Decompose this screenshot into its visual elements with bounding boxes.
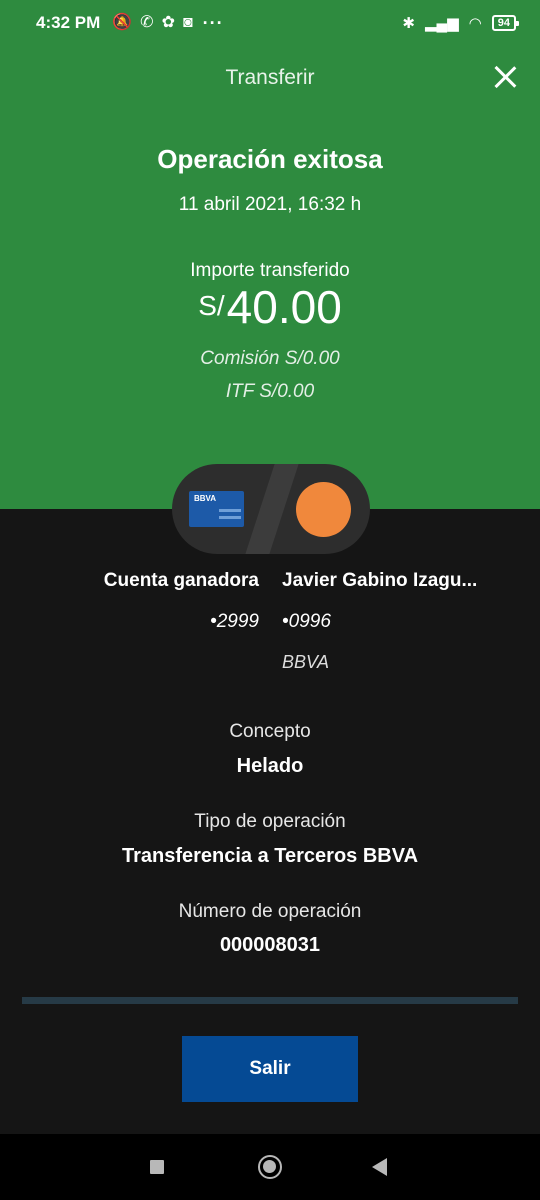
- success-title: Operación exitosa: [157, 144, 383, 174]
- currency-symbol: S/: [198, 290, 225, 321]
- operation-number-label: Número de operación: [178, 901, 362, 922]
- battery-icon: 94: [491, 15, 520, 31]
- transferred-amount: S/40.00: [0, 280, 540, 334]
- system-icons: ✱ ▂▄▆ ◠ 94: [402, 14, 520, 32]
- success-header: Transferir Operación exitosa 11 abril 20…: [0, 46, 540, 509]
- wifi-icon: ◠: [468, 15, 482, 32]
- concept-label: Concepto: [229, 721, 311, 742]
- whatsapp-icon: ✆: [140, 14, 154, 31]
- amount-label: Importe transferido: [190, 260, 350, 281]
- divider: [22, 997, 518, 1004]
- destination-bank: BBVA: [282, 652, 330, 672]
- notification-icons: 🔕 ✆ ✿ ◙: [112, 15, 192, 31]
- concept-value: Helado: [236, 755, 304, 777]
- exit-button[interactable]: Salir: [182, 1036, 358, 1102]
- origin-account-name: Cuenta ganadora: [103, 570, 259, 591]
- transfer-direction-pill: BBVA: [172, 464, 370, 554]
- home-icon[interactable]: [258, 1155, 282, 1179]
- pill-divider: [245, 464, 299, 554]
- recents-icon[interactable]: [150, 1160, 164, 1174]
- status-time: 4:32 PM: [36, 13, 101, 32]
- app-icon: ◙: [182, 14, 193, 31]
- more-notifications-icon: ···: [202, 12, 224, 33]
- origin-account-number: •2999: [210, 611, 259, 632]
- amount-value: 40.00: [226, 281, 342, 333]
- destination-account-number: •0996: [282, 611, 331, 632]
- operation-type-label: Tipo de operación: [194, 811, 346, 832]
- operation-type-value: Transferencia a Terceros BBVA: [121, 845, 419, 867]
- status-bar: 4:32 PM 🔕 ✆ ✿ ◙ ··· ✱ ▂▄▆ ◠ 94: [0, 0, 540, 46]
- back-icon[interactable]: [372, 1158, 387, 1176]
- commission-text: Comisión S/0.00: [200, 348, 340, 369]
- bluetooth-icon: ✱: [402, 15, 415, 32]
- app-icon: ✿: [161, 14, 175, 31]
- operation-datetime: 11 abril 2021, 16:32 h: [178, 194, 362, 215]
- destination-account-name: Javier Gabino Izagu...: [282, 570, 478, 591]
- system-navigation-bar: [0, 1134, 540, 1200]
- recipient-avatar-icon: [296, 482, 351, 537]
- card-brand-label: BBVA: [194, 494, 217, 503]
- page-title: Transferir: [225, 66, 315, 89]
- operation-number-value: 000008031: [219, 934, 321, 956]
- close-icon[interactable]: [492, 64, 518, 90]
- itf-text: ITF S/0.00: [225, 381, 315, 402]
- bank-card-icon: BBVA: [189, 491, 244, 527]
- signal-icon: ▂▄▆: [424, 15, 459, 32]
- muted-bell-icon: 🔕: [112, 14, 133, 31]
